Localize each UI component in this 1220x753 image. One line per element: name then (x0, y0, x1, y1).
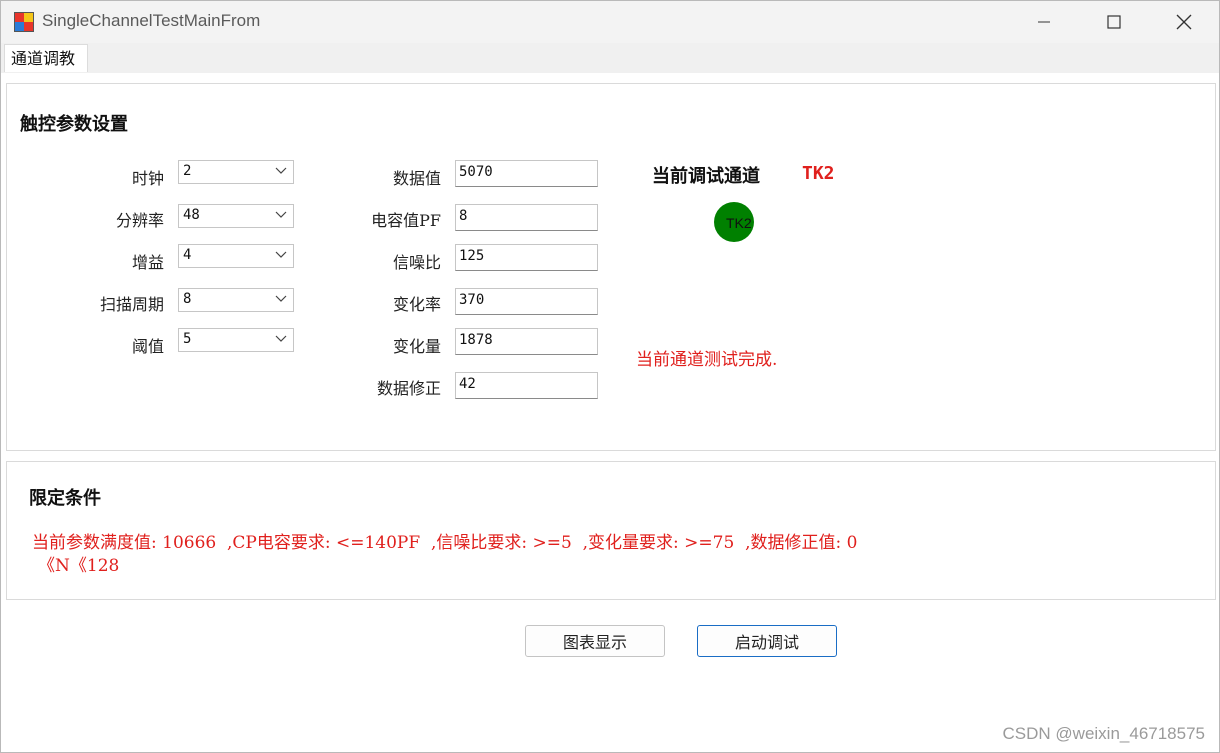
resolution-combo[interactable]: 48 (178, 204, 294, 228)
tab-channel-tuning[interactable]: 通道调教 (4, 44, 88, 72)
capacitance-label: 电容值PF (371, 211, 441, 230)
maximize-button[interactable] (1079, 1, 1149, 43)
minimize-button[interactable] (1009, 1, 1079, 43)
app-icon (14, 12, 34, 32)
window-title: SingleChannelTestMainFrom (42, 11, 261, 30)
clock-value: 2 (183, 163, 192, 179)
tab-page: 触控参数设置 时钟 2 分辨率 48 增益 4 扫描周期 8 阈值 5 数据值 … (1, 73, 1219, 752)
main-window: SingleChannelTestMainFrom 通道调教 触控参数设置 时钟… (0, 0, 1220, 753)
current-channel-label: 当前调试通道 (652, 166, 760, 187)
gain-label: 增益 (131, 253, 164, 272)
chevron-down-icon (275, 335, 287, 342)
data-correction-field[interactable]: 42 (455, 372, 598, 399)
maximize-icon (1107, 15, 1121, 29)
change-rate-label: 变化率 (392, 295, 441, 314)
threshold-combo[interactable]: 5 (178, 328, 294, 352)
close-icon (1176, 14, 1192, 30)
chevron-down-icon (275, 251, 287, 258)
current-channel-value: TK2 (802, 163, 835, 184)
change-amount-text: 1878 (459, 332, 493, 348)
title-bar: SingleChannelTestMainFrom (1, 1, 1219, 43)
minimize-icon (1038, 21, 1050, 23)
scan-period-label: 扫描周期 (99, 295, 164, 314)
change-amount-field[interactable]: 1878 (455, 328, 598, 355)
limits-line-2: 《N《128 (38, 556, 120, 576)
data-value-field[interactable]: 5070 (455, 160, 598, 187)
start-debug-button[interactable]: 启动调试 (697, 625, 837, 657)
limits-title: 限定条件 (29, 488, 101, 509)
chevron-down-icon (275, 167, 287, 174)
chart-display-button[interactable]: 图表显示 (525, 625, 665, 657)
chevron-down-icon (275, 211, 287, 218)
threshold-value: 5 (183, 331, 192, 347)
resolution-value: 48 (183, 207, 200, 223)
snr-label: 信噪比 (392, 253, 441, 272)
snr-text: 125 (459, 248, 485, 264)
watermark: CSDN @weixin_46718575 (1002, 724, 1205, 743)
snr-field[interactable]: 125 (455, 244, 598, 271)
touch-params-title: 触控参数设置 (20, 114, 128, 135)
data-value-text: 5070 (459, 164, 493, 180)
touch-params-group: 触控参数设置 时钟 2 分辨率 48 增益 4 扫描周期 8 阈值 5 数据值 … (6, 83, 1216, 451)
channel-indicator: TK2 (714, 202, 754, 242)
gain-value: 4 (183, 247, 192, 263)
capacitance-text: 8 (459, 208, 468, 224)
scan-period-value: 8 (183, 291, 192, 307)
change-rate-field[interactable]: 370 (455, 288, 598, 315)
limits-line-1: 当前参数满度值: 10666 ,CP电容要求: <=140PF ,信噪比要求: … (32, 533, 858, 553)
clock-label: 时钟 (131, 169, 164, 188)
clock-combo[interactable]: 2 (178, 160, 294, 184)
data-correction-label: 数据修正 (376, 379, 441, 398)
change-rate-text: 370 (459, 292, 485, 308)
scan-period-combo[interactable]: 8 (178, 288, 294, 312)
channel-indicator-text: TK2 (726, 215, 752, 231)
capacitance-field[interactable]: 8 (455, 204, 598, 231)
data-value-label: 数据值 (392, 169, 441, 188)
status-message: 当前通道测试完成. (636, 350, 778, 370)
chevron-down-icon (275, 295, 287, 302)
resolution-label: 分辨率 (115, 211, 164, 230)
tab-strip: 通道调教 (1, 43, 1219, 74)
threshold-label: 阈值 (131, 337, 164, 356)
limits-group: 限定条件 当前参数满度值: 10666 ,CP电容要求: <=140PF ,信噪… (6, 461, 1216, 600)
data-correction-text: 42 (459, 376, 476, 392)
gain-combo[interactable]: 4 (178, 244, 294, 268)
close-button[interactable] (1149, 1, 1219, 43)
change-amount-label: 变化量 (392, 337, 441, 356)
